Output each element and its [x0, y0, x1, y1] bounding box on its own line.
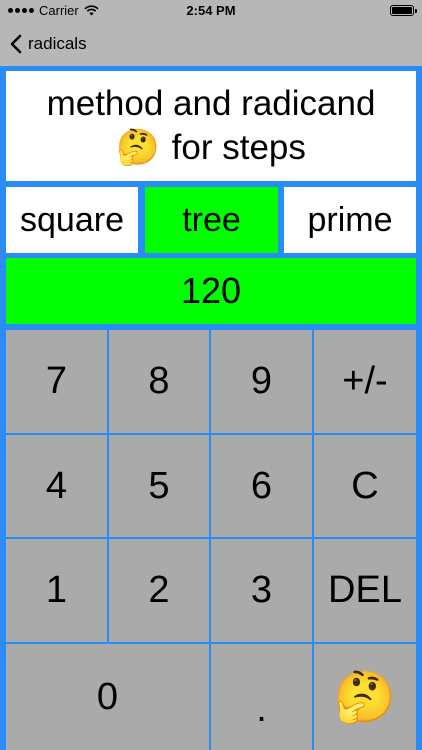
status-bar: Carrier 2:54 PM [0, 0, 422, 22]
back-button[interactable]: radicals [10, 30, 87, 58]
nav-bar: radicals [0, 22, 422, 66]
key-5[interactable]: 5 [109, 435, 209, 537]
key-4[interactable]: 4 [6, 435, 107, 537]
key-8[interactable]: 8 [109, 330, 209, 433]
key-7[interactable]: 7 [6, 330, 107, 433]
keypad: 7 8 9 +/- 4 5 6 C 1 2 3 DEL 0 . 🤔 [6, 330, 416, 750]
key-thinking-emoji[interactable]: 🤔 [314, 644, 416, 750]
method-tree-button[interactable]: tree [145, 187, 278, 253]
header-line2: for steps [171, 128, 306, 167]
key-2[interactable]: 2 [109, 539, 209, 642]
header-line1: method and radicand [46, 84, 376, 124]
battery-icon [390, 5, 417, 16]
key-plus-minus[interactable]: +/- [314, 330, 416, 433]
radicand-display: 120 [6, 258, 416, 324]
key-6[interactable]: 6 [211, 435, 312, 537]
key-decimal[interactable]: . [211, 644, 312, 750]
thinking-face-icon: 🤔 [116, 128, 160, 167]
main-panel: method and radicand 🤔 for steps square t… [0, 66, 422, 750]
key-9[interactable]: 9 [211, 330, 312, 433]
method-prime-button[interactable]: prime [284, 187, 416, 253]
header-line2-row: 🤔 for steps [116, 126, 306, 170]
key-1[interactable]: 1 [6, 539, 107, 642]
chevron-left-icon [10, 34, 22, 54]
key-clear[interactable]: C [314, 435, 416, 537]
method-selector: square tree prime [6, 187, 416, 253]
status-time: 2:54 PM [186, 3, 236, 18]
key-0[interactable]: 0 [6, 644, 209, 750]
key-delete[interactable]: DEL [314, 539, 416, 642]
method-square-button[interactable]: square [6, 187, 138, 253]
instruction-header: method and radicand 🤔 for steps [6, 71, 416, 181]
back-label: radicals [28, 34, 87, 53]
key-3[interactable]: 3 [211, 539, 312, 642]
